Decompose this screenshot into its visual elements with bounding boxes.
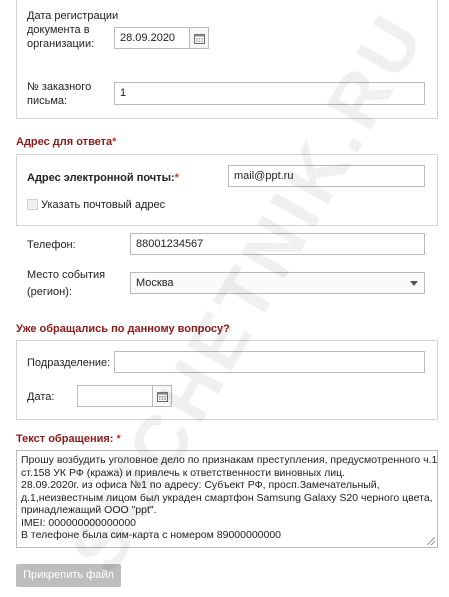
postal-address-label: Указать почтовый адрес: [41, 199, 166, 211]
appeal-line: д.1,неизвестным лицом был украден смартф…: [21, 491, 433, 504]
calendar-icon: [156, 391, 168, 402]
appeal-text-title: Текст обращения: *: [16, 433, 121, 445]
reply-address-title: Адрес для ответа*: [16, 136, 117, 148]
region-label: Место события (регион):: [27, 269, 106, 298]
resize-handle[interactable]: [427, 537, 435, 545]
calendar-icon: [193, 33, 205, 44]
email-input[interactable]: mail@ppt.ru: [228, 165, 425, 187]
region-select[interactable]: Москва: [130, 272, 425, 294]
appeal-line: Прошу возбудить уголовное дело по призна…: [21, 454, 438, 466]
appeal-date-input[interactable]: [77, 385, 152, 407]
reg-date-label: Дата регистрации документа в организации…: [27, 10, 119, 50]
department-label: Подразделение:: [27, 357, 111, 369]
appeal-line: 28.09.2020г. из офиса №1 по адресу: Субъ…: [21, 479, 380, 491]
appeal-line: принадлежащий ООО "ppt".: [21, 504, 157, 516]
appeal-date-label: Дата:: [27, 391, 55, 403]
letter-number-label: № заказного письма:: [27, 81, 92, 107]
postal-address-checkbox[interactable]: [27, 199, 38, 210]
phone-input[interactable]: 88001234567: [130, 233, 425, 255]
appeal-line: В телефоне была сим-карта с номером 8900…: [21, 529, 282, 541]
appeal-line: ст.158 УК РФ (кража) и привлечь к ответс…: [21, 466, 346, 479]
appeal-date-calendar-button[interactable]: [152, 385, 172, 407]
phone-label: Телефон:: [27, 239, 76, 251]
email-label: Адрес электронной почты:*: [27, 172, 179, 184]
appeal-line: IMEI: 000000000000000: [21, 516, 137, 529]
reg-date-calendar-button[interactable]: [189, 27, 209, 49]
department-input[interactable]: [114, 351, 425, 373]
chevron-down-icon: [410, 281, 418, 286]
attach-file-button[interactable]: Прикрепить файл: [16, 564, 121, 587]
previous-appeal-title: Уже обращались по данному вопросу?: [16, 323, 230, 335]
reg-date-input[interactable]: 28.09.2020: [114, 27, 189, 49]
letter-number-input[interactable]: 1: [114, 82, 425, 105]
appeal-text-area[interactable]: Прошу возбудить уголовное дело по призна…: [16, 450, 438, 548]
